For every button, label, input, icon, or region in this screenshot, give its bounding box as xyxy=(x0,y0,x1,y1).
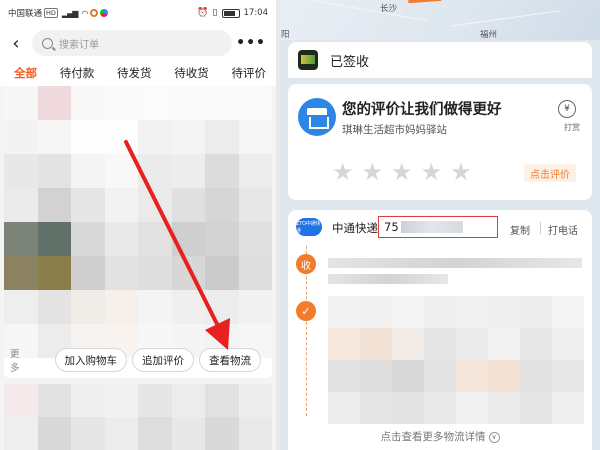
clock-time: 17:04 xyxy=(243,8,269,18)
rating-stars: ★ ★ ★ ★ ★ xyxy=(332,160,472,184)
battery-icon xyxy=(221,8,240,18)
delivery-status-card: 已签收 xyxy=(288,42,592,78)
tracking-number-highlight: 75 xyxy=(378,216,498,238)
map-route xyxy=(407,0,443,4)
tracking-number: 75 xyxy=(384,220,399,234)
review-title: 您的评价让我们做得更好 xyxy=(342,102,502,118)
star-icon[interactable]: ★ xyxy=(362,160,384,184)
add-review-button[interactable]: 追加评价 xyxy=(132,348,194,372)
alarm-icon: ⏰ xyxy=(197,8,209,18)
pixelated-order-content xyxy=(4,86,272,358)
pixelated-logistics-details xyxy=(328,296,584,424)
more-link[interactable]: 更多 xyxy=(10,346,29,374)
carrier-label: 中国联通 xyxy=(8,9,43,19)
courier-logo-text: ZTO中通快递 xyxy=(296,221,321,234)
tab-all[interactable]: 全部 xyxy=(14,65,37,81)
vibrate-icon: ▯ xyxy=(212,8,218,18)
search-icon xyxy=(42,37,53,49)
map-city-label: 阳 xyxy=(281,30,290,40)
tab-pending-payment[interactable]: 待付款 xyxy=(60,65,95,81)
call-button[interactable]: 打电话 xyxy=(548,222,578,237)
search-placeholder: 搜索订单 xyxy=(59,39,99,51)
order-action-row: 更多 加入购物车 追加评价 查看物流 xyxy=(4,346,272,374)
chevron-down-icon: ∨ xyxy=(488,431,500,443)
order-card: 更多 加入购物车 追加评价 查看物流 xyxy=(4,86,272,378)
star-icon[interactable]: ★ xyxy=(332,160,354,184)
check-node-icon: ✓ xyxy=(296,301,316,321)
logistics-map: 长沙 福州 阳 xyxy=(280,0,600,40)
star-icon[interactable]: ★ xyxy=(450,160,472,184)
more-options-icon[interactable]: ••• xyxy=(236,35,266,51)
divider xyxy=(540,222,541,234)
network-tag: HD xyxy=(44,8,58,18)
store-name: 琪琳生活超市妈妈驿站 xyxy=(342,124,447,136)
rate-button[interactable]: 点击评价 xyxy=(524,164,576,182)
pixelated-next-order xyxy=(4,384,272,450)
received-node-icon: 收 xyxy=(296,254,316,274)
star-icon[interactable]: ★ xyxy=(421,160,443,184)
back-arrow-icon[interactable]: ‹ xyxy=(0,26,32,60)
tab-pending-review[interactable]: 待评价 xyxy=(232,65,267,81)
search-input[interactable]: 搜索订单 xyxy=(32,30,232,56)
map-city-label: 长沙 xyxy=(380,4,398,14)
order-tabs: 全部 待付款 待发货 待收货 待评价 xyxy=(0,60,276,86)
review-card: 您的评价让我们做得更好 琪琳生活超市妈妈驿站 ¥ 打赏 ★ ★ ★ ★ ★ 点击… xyxy=(288,84,592,200)
wifi-icon: ◠ xyxy=(81,8,88,18)
view-logistics-button[interactable]: 查看物流 xyxy=(199,348,261,372)
search-header: ‹ 搜索订单 ••• xyxy=(0,26,276,60)
status-bar: 中国联通 HD ▂▄▆ ◠ ⏰ ▯ 17:04 xyxy=(0,0,276,26)
order-list-screen: 中国联通 HD ▂▄▆ ◠ ⏰ ▯ 17:04 ‹ 搜索订单 ••• 全部 待付… xyxy=(0,0,276,450)
logistics-card: ZTO中通快递 中通快递 75 复制 打电话 收 ✓ 点击查看更多物流详情 ∨ xyxy=(288,210,592,450)
more-logistics-link[interactable]: 点击查看更多物流详情 ∨ xyxy=(288,429,592,444)
more-logistics-text: 点击查看更多物流详情 xyxy=(380,431,486,443)
tracking-number-redacted xyxy=(400,221,463,233)
delivery-status-title: 已签收 xyxy=(330,54,370,70)
order-detail-screen: 长沙 福州 阳 已签收 您的评价让我们做得更好 琪琳生活超市妈妈驿站 ¥ 打赏 … xyxy=(280,0,600,450)
app-notification-icon-2 xyxy=(100,9,109,17)
tip-label[interactable]: 打赏 xyxy=(564,122,580,133)
app-notification-icon xyxy=(90,9,99,17)
redacted-address-line xyxy=(328,258,582,268)
courier-logo: ZTO中通快递 xyxy=(296,218,322,236)
copy-button[interactable]: 复制 xyxy=(510,222,530,237)
tab-pending-receipt[interactable]: 待收货 xyxy=(174,65,209,81)
star-icon[interactable]: ★ xyxy=(391,160,413,184)
product-thumbnail xyxy=(298,50,318,70)
signal-icon: ▂▄▆ xyxy=(61,8,79,18)
store-icon xyxy=(298,98,336,136)
add-to-cart-button[interactable]: 加入购物车 xyxy=(54,348,127,372)
courier-name: 中通快递 xyxy=(332,221,378,235)
tab-pending-shipment[interactable]: 待发货 xyxy=(117,65,152,81)
map-city-label: 福州 xyxy=(480,30,498,40)
redacted-address-line xyxy=(328,274,448,284)
tip-icon[interactable]: ¥ xyxy=(558,100,576,118)
